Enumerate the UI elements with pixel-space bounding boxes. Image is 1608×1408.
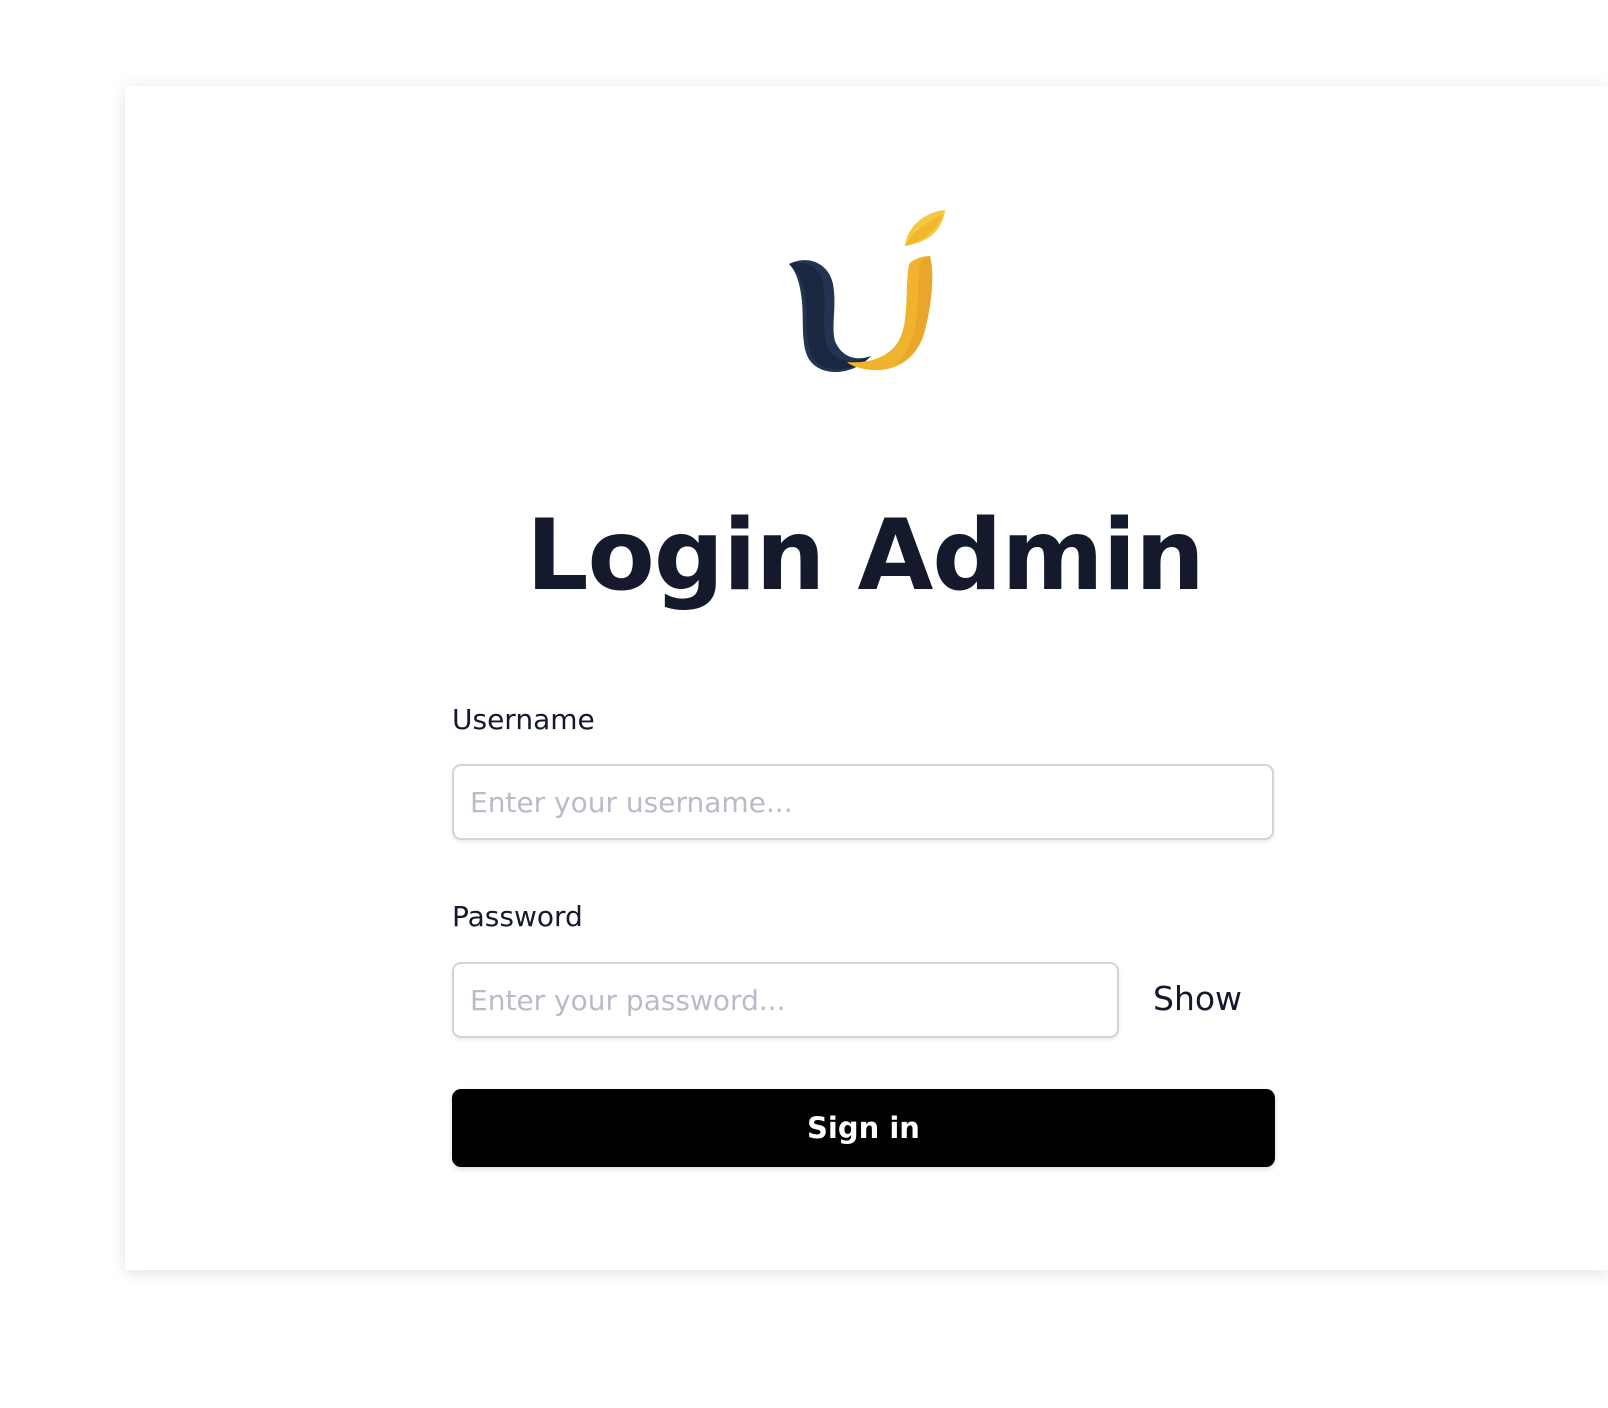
username-input[interactable]	[452, 764, 1274, 840]
brand-logo-svg	[789, 210, 945, 373]
brand-logo-icon	[775, 206, 995, 406]
page-title: Login Admin	[526, 499, 1205, 613]
sign-in-button[interactable]: Sign in	[452, 1089, 1275, 1167]
show-password-toggle[interactable]: Show	[1153, 979, 1242, 1019]
username-label: Username	[452, 703, 595, 736]
login-card: Login Admin Username Password Show Sign …	[125, 86, 1608, 1270]
password-input[interactable]	[452, 962, 1119, 1038]
password-label: Password	[452, 900, 583, 933]
